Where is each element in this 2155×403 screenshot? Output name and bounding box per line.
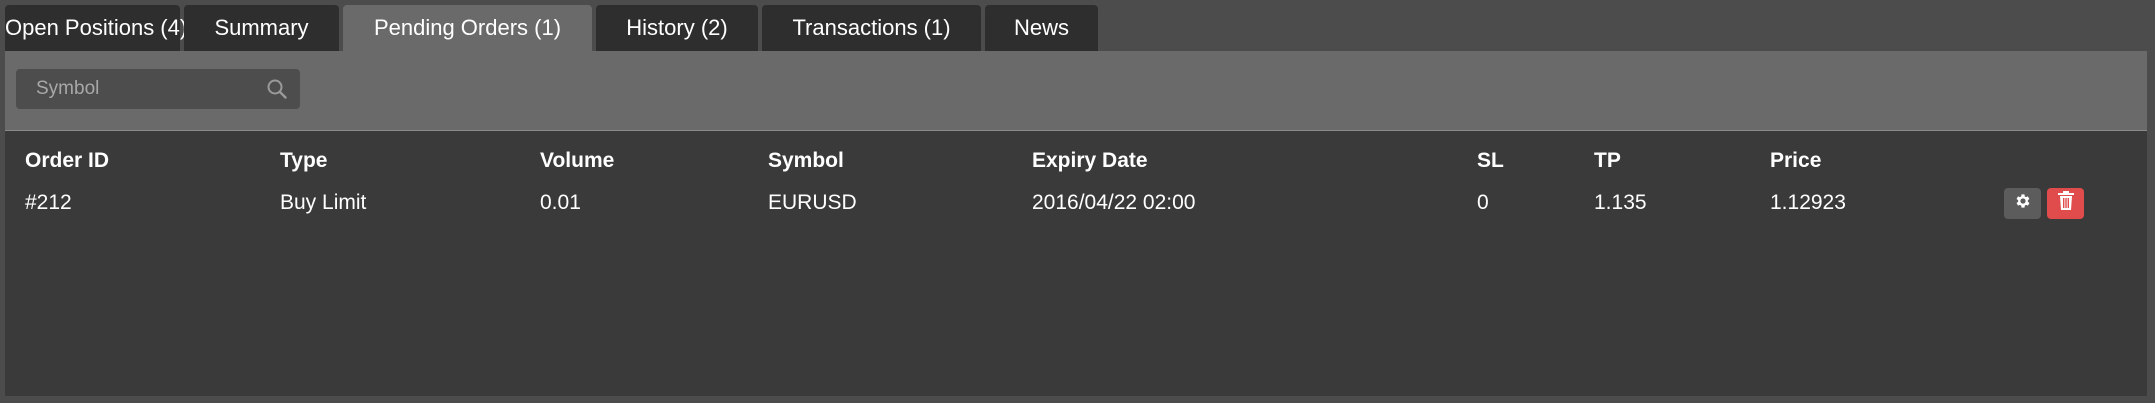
tab-news[interactable]: News (985, 5, 1098, 51)
filter-toolbar (5, 51, 2147, 131)
cell-tp: 1.135 (1594, 191, 1647, 214)
tab-transactions[interactable]: Transactions (1) (762, 5, 981, 51)
table-header: Order ID Type Volume Symbol Expiry Date … (5, 141, 2147, 181)
delete-order-button[interactable] (2047, 188, 2084, 219)
cell-type: Buy Limit (280, 191, 367, 214)
cell-price: 1.12923 (1770, 191, 1846, 214)
trash-icon (2057, 191, 2074, 216)
header-symbol[interactable]: Symbol (768, 141, 844, 181)
row-actions (2004, 188, 2084, 219)
trading-terminal-panel: Open Positions (4) Summary Pending Order… (0, 0, 2155, 403)
tab-summary[interactable]: Summary (184, 5, 339, 51)
search-icon[interactable] (266, 78, 288, 100)
cell-order-id: #212 (25, 191, 72, 214)
header-order-id[interactable]: Order ID (25, 141, 109, 181)
header-type[interactable]: Type (280, 141, 327, 181)
gear-icon (2014, 192, 2032, 216)
header-tp[interactable]: TP (1594, 141, 1621, 181)
header-expiry-date[interactable]: Expiry Date (1032, 141, 1148, 181)
tab-history[interactable]: History (2) (596, 5, 758, 51)
cell-sl: 0 (1477, 191, 1489, 214)
cell-volume: 0.01 (540, 191, 581, 214)
modify-order-button[interactable] (2004, 188, 2041, 219)
tab-pending-orders[interactable]: Pending Orders (1) (343, 5, 592, 51)
header-volume[interactable]: Volume (540, 141, 614, 181)
header-price[interactable]: Price (1770, 141, 1821, 181)
tab-open-positions[interactable]: Open Positions (4) (5, 5, 187, 51)
pending-orders-table: Order ID Type Volume Symbol Expiry Date … (5, 131, 2147, 396)
table-row[interactable]: #212 Buy Limit 0.01 EURUSD 2016/04/22 02… (5, 183, 2147, 223)
symbol-search-box (16, 69, 300, 109)
header-sl[interactable]: SL (1477, 141, 1504, 181)
cell-expiry-date: 2016/04/22 02:00 (1032, 191, 1196, 214)
symbol-search-input[interactable] (16, 69, 256, 109)
cell-symbol: EURUSD (768, 191, 857, 214)
tab-bar: Open Positions (4) Summary Pending Order… (5, 5, 1098, 51)
